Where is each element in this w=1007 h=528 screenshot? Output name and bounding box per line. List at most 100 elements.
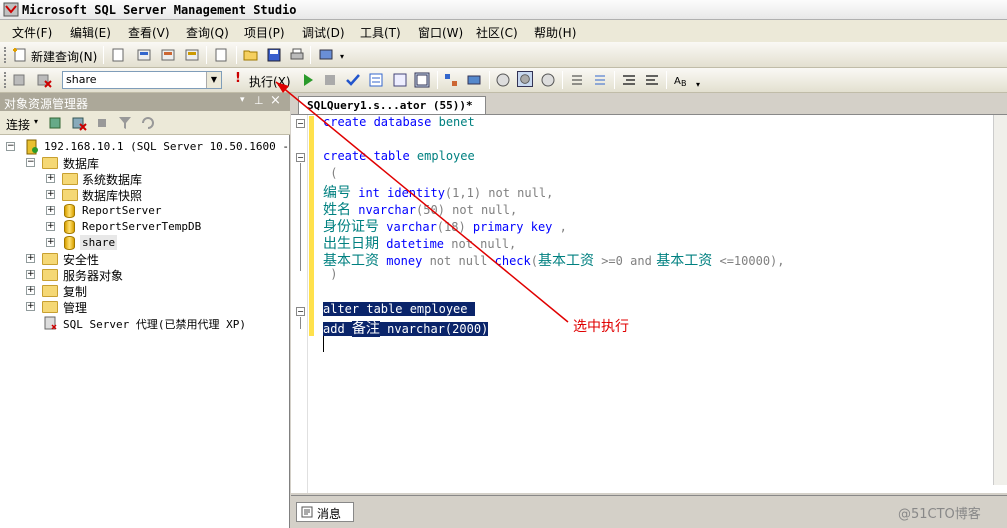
expand-icon[interactable]: + bbox=[26, 286, 35, 295]
save-icon[interactable] bbox=[266, 47, 282, 63]
system-databases-label: 系统数据库 bbox=[82, 173, 143, 187]
toolbar-overflow-icon[interactable]: ▾ bbox=[340, 52, 344, 61]
tab-sqlquery1[interactable]: SQLQuery1.s...ator (55))* bbox=[298, 96, 486, 114]
collapse-icon[interactable]: − bbox=[296, 119, 305, 128]
expand-icon[interactable]: + bbox=[46, 190, 55, 199]
results-file-icon[interactable] bbox=[592, 72, 608, 88]
xmla-query-icon[interactable] bbox=[213, 47, 229, 63]
toolbar-grip[interactable] bbox=[4, 47, 7, 63]
estimated-plan-icon[interactable] bbox=[443, 72, 459, 88]
expand-icon[interactable]: + bbox=[46, 174, 55, 183]
message-icon bbox=[301, 506, 313, 518]
debug-play-icon[interactable] bbox=[300, 72, 316, 88]
agent-icon bbox=[44, 316, 57, 330]
db-engine-query-icon[interactable] bbox=[136, 47, 152, 63]
toolbar-separator bbox=[206, 46, 207, 64]
vertical-scrollbar[interactable] bbox=[993, 115, 1007, 485]
io-stats-icon[interactable] bbox=[540, 72, 556, 88]
open-folder-icon[interactable] bbox=[243, 47, 259, 63]
folder-icon bbox=[62, 189, 78, 201]
new-query-button[interactable]: 新建查询(N) bbox=[31, 48, 97, 65]
analysis-query-icon[interactable] bbox=[160, 47, 176, 63]
stop-icon[interactable] bbox=[322, 72, 338, 88]
uncomment-icon[interactable] bbox=[644, 72, 660, 88]
client-stats-icon[interactable] bbox=[517, 71, 533, 87]
close-icon[interactable]: × bbox=[270, 93, 281, 108]
database-select[interactable]: share ▼ bbox=[62, 71, 222, 89]
object-explorer-toolbar: 连接 ▾ bbox=[0, 111, 290, 135]
code-text: >=0 bbox=[593, 254, 623, 268]
splitter[interactable] bbox=[291, 496, 1007, 501]
tab-messages[interactable]: 消息 bbox=[296, 502, 354, 522]
menu-edit[interactable]: 编辑(E) bbox=[70, 24, 111, 41]
management-label: 管理 bbox=[63, 301, 88, 315]
change-margin bbox=[309, 116, 314, 336]
editor-gutter: − − − bbox=[291, 115, 308, 493]
standard-toolbar: 新建查询(N) ▾ bbox=[0, 42, 1007, 68]
expand-icon[interactable]: + bbox=[26, 254, 35, 263]
print-icon[interactable] bbox=[289, 47, 305, 63]
specify-template-icon[interactable]: AB bbox=[673, 72, 689, 88]
menu-tools[interactable]: 工具(T) bbox=[360, 24, 401, 41]
expand-icon[interactable]: + bbox=[46, 222, 55, 231]
filter-icon[interactable] bbox=[117, 115, 133, 131]
new-query-icon bbox=[13, 48, 26, 62]
expand-icon[interactable]: + bbox=[26, 270, 35, 279]
include-plan-icon[interactable] bbox=[495, 72, 511, 88]
disconnect-server-icon[interactable] bbox=[71, 115, 87, 131]
code-line-11: add 备注 nvarchar(2000) bbox=[323, 318, 489, 337]
collapse-icon[interactable]: − bbox=[26, 158, 35, 167]
new-file-icon[interactable] bbox=[110, 47, 126, 63]
disconnect-icon[interactable] bbox=[36, 72, 52, 88]
window-title: Microsoft SQL Server Management Studio bbox=[22, 3, 297, 17]
menu-query[interactable]: 查询(Q) bbox=[186, 24, 229, 41]
chevron-down-icon[interactable]: ▼ bbox=[206, 72, 221, 88]
stop-icon[interactable] bbox=[94, 115, 110, 131]
collapse-icon[interactable]: − bbox=[6, 142, 15, 151]
connect-icon[interactable] bbox=[12, 72, 28, 88]
dmx-query-icon[interactable] bbox=[184, 47, 200, 63]
query-options-icon[interactable] bbox=[466, 72, 482, 88]
menu-help[interactable]: 帮助(H) bbox=[534, 24, 576, 41]
connect-button[interactable]: 连接 bbox=[6, 116, 30, 133]
collapse-icon[interactable]: − bbox=[296, 307, 305, 316]
results-grid-icon[interactable] bbox=[414, 72, 430, 88]
keyword: nvarchar bbox=[351, 203, 417, 217]
query-designer-icon[interactable] bbox=[368, 72, 384, 88]
toolbar-grip[interactable] bbox=[4, 72, 7, 88]
menu-project[interactable]: 项目(P) bbox=[244, 24, 285, 41]
menu-community[interactable]: 社区(C) bbox=[476, 24, 518, 41]
connect-server-icon[interactable] bbox=[48, 115, 64, 131]
collapse-icon[interactable]: − bbox=[296, 153, 305, 162]
toolbar-overflow-icon[interactable]: ▾ bbox=[696, 80, 700, 89]
tree-node-server[interactable]: − 192.168.10.1 (SQL Server 10.50.1600 - … bbox=[6, 139, 309, 155]
execute-button[interactable]: ! 执行(X) bbox=[233, 71, 293, 89]
selected-code: nvarchar(2000) bbox=[379, 322, 489, 336]
sql-agent-label: SQL Server 代理(已禁用代理 XP) bbox=[63, 318, 246, 331]
toolbar-separator bbox=[103, 46, 104, 64]
pin-icon[interactable]: ⊥ bbox=[254, 94, 264, 107]
expand-icon[interactable]: + bbox=[46, 206, 55, 215]
chevron-down-icon[interactable]: ▾ bbox=[34, 117, 38, 126]
code-line-4: 编号 int identity(1,1) not null, bbox=[323, 182, 553, 201]
expand-icon[interactable]: + bbox=[26, 302, 35, 311]
refresh-icon[interactable] bbox=[140, 115, 156, 131]
comment-icon[interactable] bbox=[621, 72, 637, 88]
pane-dropdown-icon[interactable]: ▾ bbox=[240, 95, 245, 105]
menu-window[interactable]: 窗口(W) bbox=[418, 24, 463, 41]
server-objects-label: 服务器对象 bbox=[63, 269, 124, 283]
expand-icon[interactable]: + bbox=[46, 238, 55, 247]
selected-code: alter table employee bbox=[323, 302, 475, 316]
code-text: <=10000), bbox=[712, 254, 785, 268]
database-icon bbox=[64, 204, 75, 218]
outline-line bbox=[300, 317, 301, 329]
results-to-icon[interactable] bbox=[392, 72, 408, 88]
column-name: 基本工资 bbox=[651, 253, 713, 269]
menu-file[interactable]: 文件(F) bbox=[12, 24, 52, 41]
database-select-value: share bbox=[66, 73, 97, 86]
activity-monitor-icon[interactable] bbox=[318, 47, 334, 63]
menu-view[interactable]: 查看(V) bbox=[128, 24, 170, 41]
results-text-icon[interactable] bbox=[569, 72, 585, 88]
parse-check-icon[interactable] bbox=[345, 72, 361, 88]
menu-debug[interactable]: 调试(D) bbox=[302, 24, 345, 41]
